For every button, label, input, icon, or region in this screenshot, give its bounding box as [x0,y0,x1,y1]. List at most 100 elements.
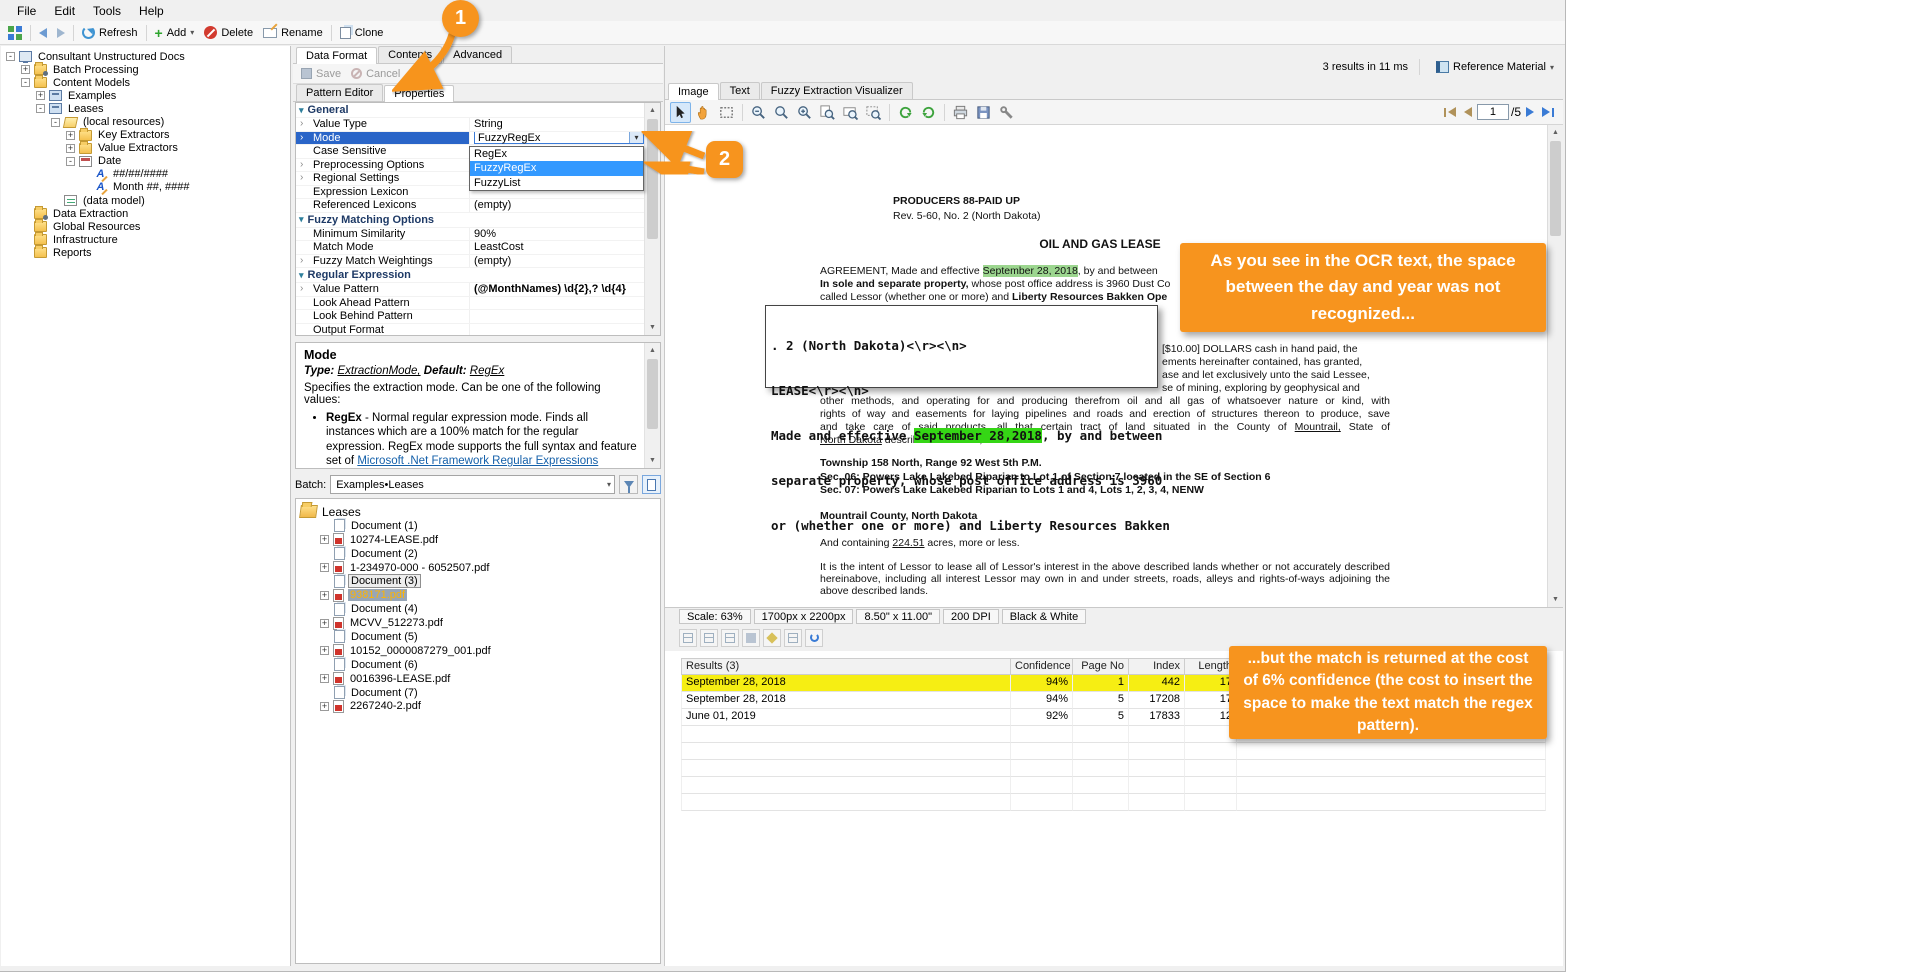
scroll-up-icon[interactable]: ▲ [645,103,660,118]
type-link[interactable]: ExtractionMode, [337,365,420,377]
scrollbar-thumb[interactable] [1550,141,1561,236]
dropdown-option-fuzzyregex[interactable]: FuzzyRegEx [470,161,643,176]
expand-icon[interactable]: + [320,701,329,711]
last-page-button[interactable] [1539,107,1557,117]
expand-chevron-icon[interactable]: › [300,159,303,170]
expand-icon[interactable]: + [320,618,329,628]
property-row-value-pattern[interactable]: › Value Pattern (@MonthNames) \d{2},? \d{4… [296,283,644,297]
expand-chevron-icon[interactable]: › [300,132,303,143]
first-page-button[interactable] [1441,107,1459,117]
expand-icon[interactable]: + [320,590,329,600]
rotate-right-icon[interactable] [918,102,939,123]
column-index[interactable]: Index [1129,658,1185,675]
tag-icon[interactable] [763,628,781,647]
rotate-left-icon[interactable] [895,102,916,123]
expand-icon[interactable]: + [21,65,30,75]
collapse-icon[interactable]: - [21,78,30,88]
help-panel-scrollbar[interactable]: ▲ ▼ [644,343,660,468]
property-row-output-format[interactable]: Output Format [296,323,644,335]
add-button[interactable]: + Add ▾ [150,25,200,41]
tree-item-examples[interactable]: + Examples [1,89,290,102]
auto-size-columns-icon[interactable] [700,628,718,647]
tree-layout-button[interactable] [3,24,27,42]
menu-help[interactable]: Help [130,2,173,20]
tree-item-leases[interactable]: - Leases [1,102,290,115]
expand-icon[interactable]: + [320,563,329,572]
scroll-up-icon[interactable]: ▲ [645,343,660,358]
print-icon[interactable] [950,102,971,123]
clone-button[interactable]: Clone [335,25,389,41]
dropdown-option-regex[interactable]: RegEx [470,147,643,162]
menu-edit[interactable]: Edit [45,2,84,20]
viewer-scrollbar[interactable]: ▲ ▼ [1547,125,1563,607]
property-row-value-type[interactable]: › Value Type String [296,118,644,132]
document-file-row[interactable]: +2267240-2.pdf [300,699,656,713]
tree-item-global-resources[interactable]: Global Resources [1,219,290,233]
tree-item-infrastructure[interactable]: Infrastructure [1,232,290,246]
scrollbar-thumb[interactable] [647,359,658,429]
dropdown-option-fuzzylist[interactable]: FuzzyList [470,176,643,191]
previous-page-button[interactable] [1461,107,1475,117]
tree-item-batch-processing[interactable]: + Batch Processing [1,62,290,77]
tree-item-month-date-extractor[interactable]: A Month ##, #### [1,181,290,194]
document-row[interactable]: Document (1) [300,519,656,533]
zoom-icon[interactable] [771,102,792,123]
save-image-icon[interactable] [973,102,994,123]
expand-icon[interactable]: + [36,91,45,101]
property-row-minimum-similarity[interactable]: Minimum Similarity 90% [296,227,644,241]
mode-combo[interactable]: FuzzyRegEx ▾ [474,131,644,144]
document-view-button[interactable] [642,475,661,494]
image-settings-icon[interactable] [996,102,1017,123]
tab-data-format[interactable]: Data Format [296,47,378,64]
tree-item-key-extractors[interactable]: + Key Extractors [1,127,290,142]
collapse-icon[interactable]: - [51,117,60,127]
undo-icon[interactable] [805,628,823,647]
tree-item-local-resources[interactable]: - (local resources) [1,115,290,128]
scroll-down-icon[interactable]: ▼ [645,320,660,335]
zoom-region-icon[interactable] [863,102,884,123]
expand-icon[interactable]: + [66,143,75,153]
zoom-out-icon[interactable] [748,102,769,123]
refresh-button[interactable]: Refresh [77,24,143,41]
tab-contents[interactable]: Contents [378,46,443,63]
document-file-row-selected[interactable]: +938171.pdf [300,588,656,602]
next-page-button[interactable] [1523,107,1537,117]
document-file-row[interactable]: + MCVV_512273.pdf [300,616,656,630]
tab-image[interactable]: Image [668,83,719,100]
cancel-button[interactable]: Cancel [351,68,400,80]
tab-advanced[interactable]: Advanced [443,46,513,63]
tree-item-root[interactable]: - Consultant Unstructured Docs [1,50,290,64]
pan-hand-icon[interactable] [693,102,714,123]
reference-material-button[interactable]: Reference Material ▾ [1431,59,1559,75]
default-link[interactable]: RegEx [470,365,505,377]
document-row[interactable]: Document (2) [300,547,656,561]
dotnet-regex-link[interactable]: Microsoft .Net Framework Regular Express… [357,455,598,467]
tab-text[interactable]: Text [719,82,760,99]
document-row[interactable]: Document (7) [300,686,656,700]
column-results[interactable]: Results (3) [681,658,1011,675]
scroll-down-icon[interactable]: ▼ [645,453,660,468]
collapse-icon[interactable]: - [36,104,45,114]
scroll-down-icon[interactable]: ▼ [1548,592,1563,607]
combo-dropdown-icon[interactable]: ▾ [629,132,643,144]
zoom-fit-page-icon[interactable] [817,102,838,123]
property-row-look-ahead-pattern[interactable]: Look Ahead Pattern [296,296,644,310]
expand-icon[interactable]: + [66,130,75,140]
scrollbar-thumb[interactable] [647,119,658,239]
expand-icon[interactable]: + [320,646,329,656]
document-file-row[interactable]: +10152_0000087279_001.pdf [300,644,656,658]
expand-icon[interactable]: + [320,535,329,545]
document-file-row[interactable]: +10274-LEASE.pdf [300,533,656,547]
zoom-fit-width-icon[interactable] [840,102,861,123]
batch-folder-row[interactable]: Leases [299,505,656,519]
tab-pattern-editor[interactable]: Pattern Editor [296,84,384,101]
document-image-view[interactable]: PRODUCERS 88-PAID UP Rev. 5-60, No. 2 (N… [665,125,1563,608]
property-row-referenced-lexicons[interactable]: Referenced Lexicons (empty) [296,199,644,213]
category-fuzzy-matching-options[interactable]: ▾ Fuzzy Matching Options [296,213,644,228]
expand-icon[interactable]: + [320,674,329,684]
property-row-mode[interactable]: › Mode FuzzyRegEx ▾ [296,131,644,145]
category-regular-expression[interactable]: ▾ Regular Expression [296,268,644,283]
export-results-icon[interactable] [742,628,760,647]
zoom-in-icon[interactable] [794,102,815,123]
document-row[interactable]: Document (6) [300,658,656,672]
